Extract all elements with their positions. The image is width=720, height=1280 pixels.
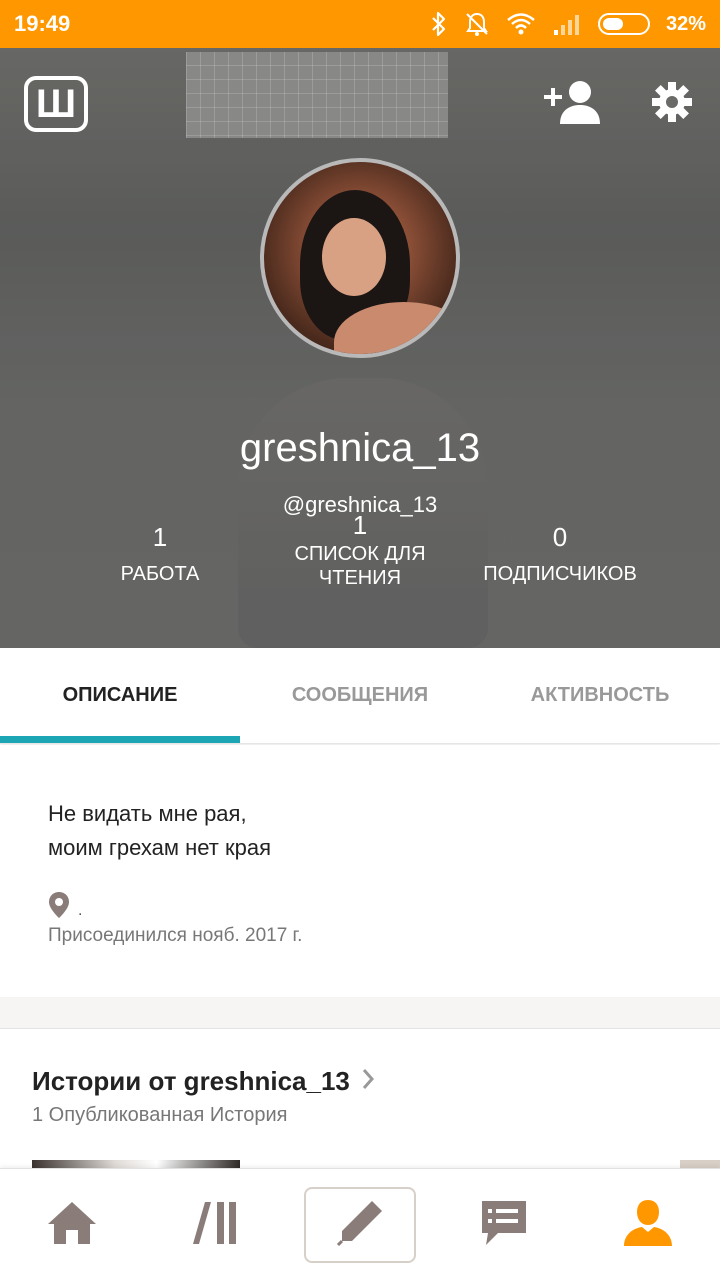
stat-reading-list[interactable]: 1 СПИСОК ДЛЯ ЧТЕНИЯ — [260, 510, 460, 590]
wifi-icon — [506, 12, 536, 36]
stat-label: РАБОТА — [120, 563, 200, 585]
stat-value: 1 — [352, 510, 368, 540]
tab-messages[interactable]: СООБЩЕНИЯ — [240, 648, 480, 743]
messages-icon — [478, 1199, 530, 1252]
follow-user-button[interactable] — [540, 78, 604, 130]
library-icon — [191, 1200, 241, 1251]
pencil-icon — [334, 1197, 386, 1254]
profile-icon — [622, 1198, 674, 1253]
stories-count: 1 Опубликованная История — [32, 1104, 288, 1126]
profile-bio: Не видать мне рая, моим грехам нет края — [48, 801, 271, 860]
avatar[interactable] — [260, 158, 460, 358]
signal-icon — [552, 12, 582, 36]
profile-tabs: ОПИСАНИЕ СООБЩЕНИЯ АКТИВНОСТЬ — [0, 648, 720, 744]
status-bar: 19:49 32% — [0, 0, 720, 48]
settings-button[interactable] — [648, 80, 696, 128]
stat-followers[interactable]: 0 ПОДПИСЧИКОВ — [460, 518, 660, 586]
nav-library[interactable] — [160, 1187, 272, 1263]
battery-percent: 32% — [665, 12, 706, 35]
stories-header[interactable]: Истории от greshnica_13 — [32, 1066, 376, 1097]
nav-write[interactable] — [304, 1187, 416, 1263]
profile-username: greshnica_13 — [239, 426, 481, 470]
stories-title: Истории от greshnica_13 — [32, 1066, 350, 1096]
bottom-navigation — [0, 1168, 720, 1280]
stat-value: 1 — [152, 522, 168, 552]
do-not-disturb-icon — [464, 11, 490, 37]
location-row: . — [48, 891, 82, 924]
tab-description[interactable]: ОПИСАНИЕ — [0, 648, 240, 743]
profile-header: Ш greshnica_13 @greshnica_13 1 РАБОТА 1 … — [0, 48, 720, 648]
nav-messages[interactable] — [448, 1187, 560, 1263]
nav-profile[interactable] — [592, 1187, 704, 1263]
add-user-icon — [542, 78, 602, 131]
home-icon — [46, 1200, 98, 1251]
gear-icon — [651, 81, 693, 128]
location-pin-icon — [48, 891, 70, 924]
section-divider — [0, 997, 720, 1029]
battery-icon — [597, 13, 650, 35]
logo-icon: Ш — [35, 82, 77, 126]
stat-label: СПИСОК ДЛЯ ЧТЕНИЯ — [294, 543, 426, 589]
location-text: . — [78, 901, 83, 919]
bluetooth-icon — [430, 11, 448, 37]
tab-activity[interactable]: АКТИВНОСТЬ — [480, 648, 720, 743]
status-icons: 32% — [430, 11, 706, 37]
stat-value: 0 — [552, 522, 568, 552]
wattpad-logo-button[interactable]: Ш — [24, 76, 88, 132]
stories-section: Истории от greshnica_13 1 Опубликованная… — [0, 1030, 720, 1170]
nav-home[interactable] — [16, 1187, 128, 1263]
chevron-right-icon — [360, 1067, 376, 1096]
status-time: 19:49 — [14, 11, 71, 36]
stat-works[interactable]: 1 РАБОТА — [60, 518, 260, 586]
about-section: Не видать мне рая, моим грехам нет края … — [0, 745, 720, 997]
stat-label: ПОДПИСЧИКОВ — [483, 563, 637, 585]
joined-date: Присоединился нояб. 2017 г. — [48, 925, 303, 946]
